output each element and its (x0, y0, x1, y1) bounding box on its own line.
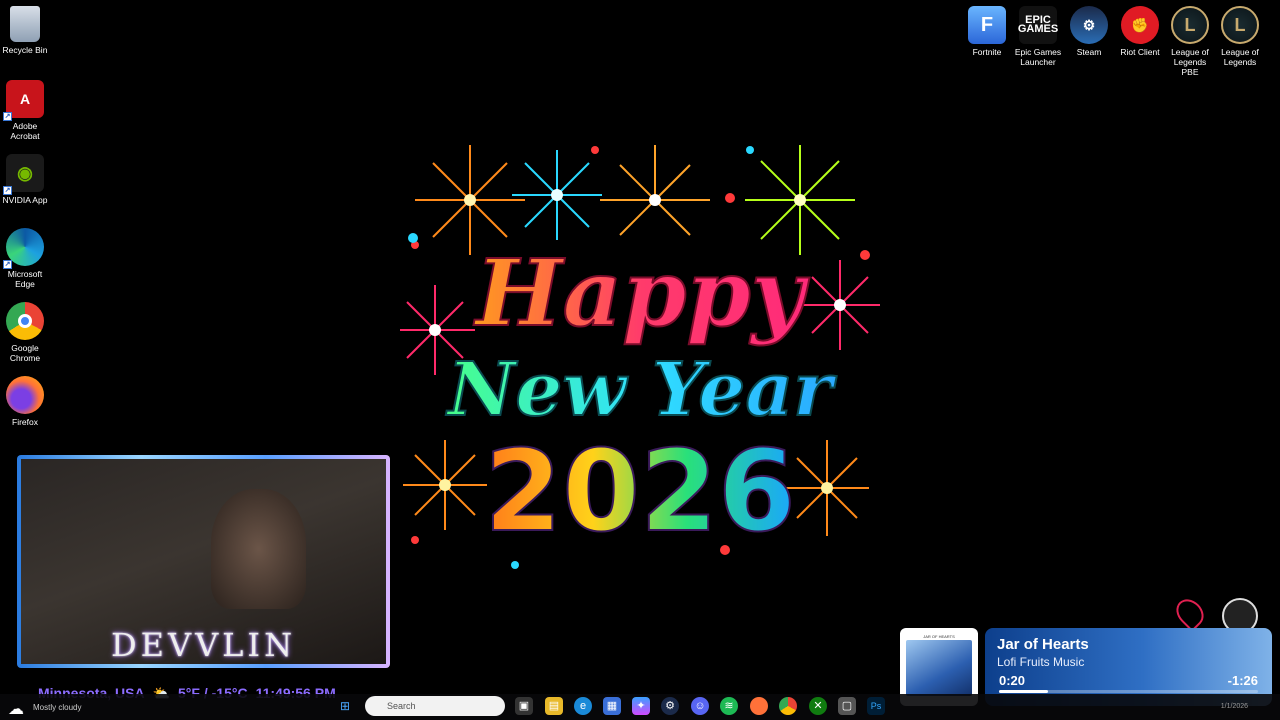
desktop-icon-fortnite[interactable]: F Fortnite (962, 6, 1012, 57)
firefox-icon (6, 376, 44, 414)
media-icon[interactable]: ▢ (838, 697, 856, 715)
weather-widget-text[interactable]: Mostly cloudy (33, 703, 81, 712)
start-button[interactable]: ⊞ (340, 699, 354, 713)
desktop-icon-epic-games[interactable]: EPIC GAMES Epic Games Launcher (1013, 6, 1063, 67)
desktop-icon-firefox[interactable]: Firefox (0, 376, 50, 427)
edge-icon: ↗ (3, 228, 44, 269)
webcam-feed: DEVVLIN (21, 459, 386, 664)
epic-games-icon: EPIC GAMES (1018, 6, 1058, 44)
desktop-icon-riot-client[interactable]: ✊ Riot Client (1115, 6, 1165, 57)
desktop-icon-label: Microsoft Edge (7, 269, 43, 289)
desktop-icon-label: Firefox (12, 417, 38, 427)
wallpaper-line-3: 2026 (484, 427, 796, 557)
elapsed-time: 0:20 (999, 673, 1026, 688)
chrome-icon[interactable] (779, 697, 797, 715)
desktop-icon-label: League of Legends PBE (1171, 47, 1209, 77)
fortnite-icon: F (968, 6, 1006, 44)
desktop-icon-recycle-bin[interactable]: Recycle Bin (0, 6, 50, 55)
track-title: Jar of Hearts (997, 636, 1089, 653)
weather-widget-icon[interactable]: ☁ (8, 699, 28, 718)
desktop-icon-label: Adobe Acrobat (10, 121, 40, 141)
track-artist: Lofi Fruits Music (997, 655, 1085, 669)
adobe-acrobat-icon: A ↗ (3, 80, 44, 121)
streamer-brand: DEVVLIN (110, 626, 297, 664)
remaining-time: -1:26 (1227, 673, 1258, 688)
progress-fill (999, 690, 1049, 693)
league-pbe-icon: L (1171, 6, 1209, 44)
desktop-icon-label: NVIDIA App (2, 195, 48, 205)
desktop-icon-edge[interactable]: ↗ Microsoft Edge (0, 228, 50, 289)
taskbar-date[interactable]: 1/1/2026 (1221, 703, 1248, 710)
firefox-icon[interactable] (750, 697, 768, 715)
file-explorer-icon[interactable]: ▤ (545, 697, 563, 715)
desktop-icon-chrome[interactable]: Google Chrome (0, 302, 50, 363)
steam-icon[interactable]: ⚙ (661, 697, 679, 715)
desktop-icon-nvidia[interactable]: ◉ ↗ NVIDIA App (0, 154, 50, 205)
steam-icon: ⚙ (1070, 6, 1108, 44)
wallpaper-line-2: New Year (446, 347, 838, 433)
desktop-icon-label: Recycle Bin (2, 45, 48, 55)
progress-bar[interactable] (999, 690, 1258, 693)
xbox-icon[interactable]: ✕ (809, 697, 827, 715)
desktop-icon-league-pbe[interactable]: L League of Legends PBE (1165, 6, 1215, 77)
league-icon: L (1221, 6, 1259, 44)
discord-icon[interactable]: ☺ (691, 697, 709, 715)
spotify-icon[interactable]: ≋ (720, 697, 738, 715)
taskbar: ☁ Mostly cloudy ⊞ Search ▣ ▤ e ▦ ✦ ⚙ ☺ ≋… (0, 694, 1280, 720)
wallpaper-line-1: Happy (473, 239, 810, 347)
edge-icon[interactable]: e (574, 697, 592, 715)
desktop-icon-steam[interactable]: ⚙ Steam (1064, 6, 1114, 57)
desktop-icon-adobe-acrobat[interactable]: A ↗ Adobe Acrobat (0, 80, 50, 141)
desktop-icon-label: Fortnite (972, 47, 1002, 57)
search-box[interactable]: Search (365, 696, 505, 716)
recycle-bin-icon (10, 6, 40, 42)
riot-client-icon: ✊ (1121, 6, 1159, 44)
desktop-icon-label: League of Legends (1221, 47, 1259, 67)
desktop-icon-label: Steam (1076, 47, 1102, 57)
task-view-icon[interactable]: ▣ (515, 697, 533, 715)
copilot-icon[interactable]: ✦ (632, 697, 650, 715)
desktop-icon-label: Riot Client (1120, 47, 1160, 57)
photoshop-icon[interactable]: Ps (867, 697, 885, 715)
streamer-figure (211, 489, 306, 609)
location-pin-icon (1170, 593, 1210, 633)
desktop-icon-label: Epic Games Launcher (1014, 47, 1062, 67)
wallpaper-new-year-art: Happy New Year 2026 (400, 145, 880, 569)
desktop-icon-league[interactable]: L League of Legends (1215, 6, 1265, 67)
webcam-overlay: DEVVLIN (17, 455, 390, 668)
chrome-icon (6, 302, 44, 340)
microsoft-store-icon[interactable]: ▦ (603, 697, 621, 715)
desktop-icon-label: Google Chrome (9, 343, 41, 363)
search-placeholder: Search (387, 701, 416, 711)
nvidia-icon: ◉ ↗ (3, 154, 44, 195)
